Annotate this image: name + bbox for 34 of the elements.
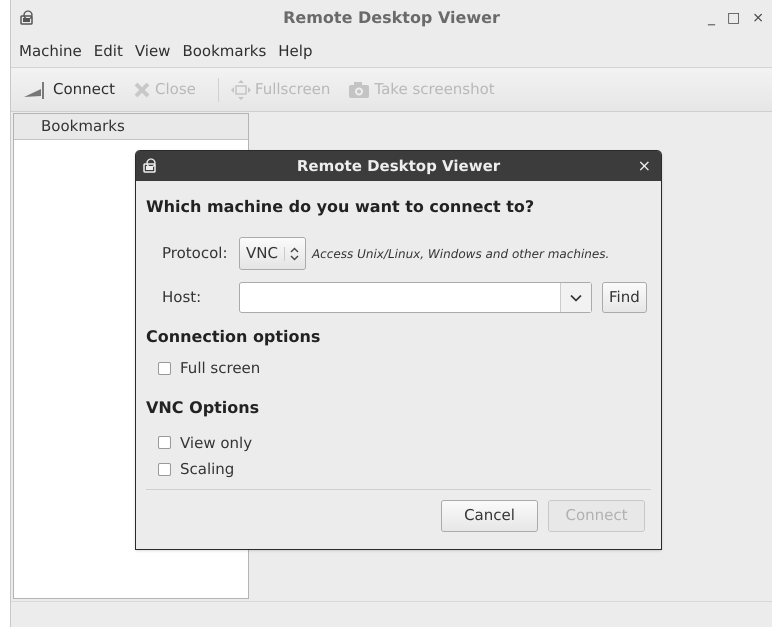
maximize-button[interactable]: □: [727, 11, 740, 25]
close-icon: [133, 80, 152, 98]
dialog-heading: Which machine do you want to connect to?: [146, 196, 536, 218]
menu-item[interactable]: Edit: [88, 40, 129, 63]
checkbox-label: View only: [180, 432, 252, 454]
field-label: Host:: [161, 287, 202, 308]
protocol-hint: Access Unix/Linux, Windows and other machines.: [312, 246, 610, 262]
checkbox[interactable]: [158, 362, 171, 375]
protocol-dropdown[interactable]: VNC: [239, 237, 306, 270]
field-label: Protocol:: [161, 243, 229, 264]
checkbox[interactable]: [158, 436, 171, 450]
close-button[interactable]: ×: [638, 158, 651, 174]
dialog-title: Remote Desktop Viewer: [296, 156, 500, 177]
checkbox-label: Scaling: [180, 459, 234, 480]
menu-item[interactable]: Machine: [13, 40, 88, 63]
section-heading: Connection options: [146, 326, 322, 348]
host-combo-field[interactable]: [239, 282, 592, 313]
find-button[interactable]: Find: [602, 282, 647, 313]
window-title: Remote Desktop Viewer: [283, 7, 500, 29]
dialog-button[interactable]: Cancel: [441, 500, 538, 532]
updown-icon: [290, 246, 299, 260]
camera-icon: [348, 80, 370, 98]
column-header[interactable]: Bookmarks: [14, 114, 248, 140]
section-heading: VNC Options: [146, 396, 260, 418]
move-arrows-icon: [230, 80, 251, 100]
chevron-down-icon: [570, 294, 582, 302]
checkbox[interactable]: [158, 462, 171, 476]
minimize-button[interactable]: _: [708, 11, 716, 25]
toolbar-button[interactable]: Connect: [21, 78, 118, 101]
close-button[interactable]: ×: [752, 11, 764, 25]
menu-item[interactable]: Help: [272, 40, 318, 63]
menu-item[interactable]: View: [128, 40, 176, 63]
checkbox-label: Full screen: [180, 358, 260, 379]
menu-item[interactable]: Bookmarks: [176, 40, 272, 63]
